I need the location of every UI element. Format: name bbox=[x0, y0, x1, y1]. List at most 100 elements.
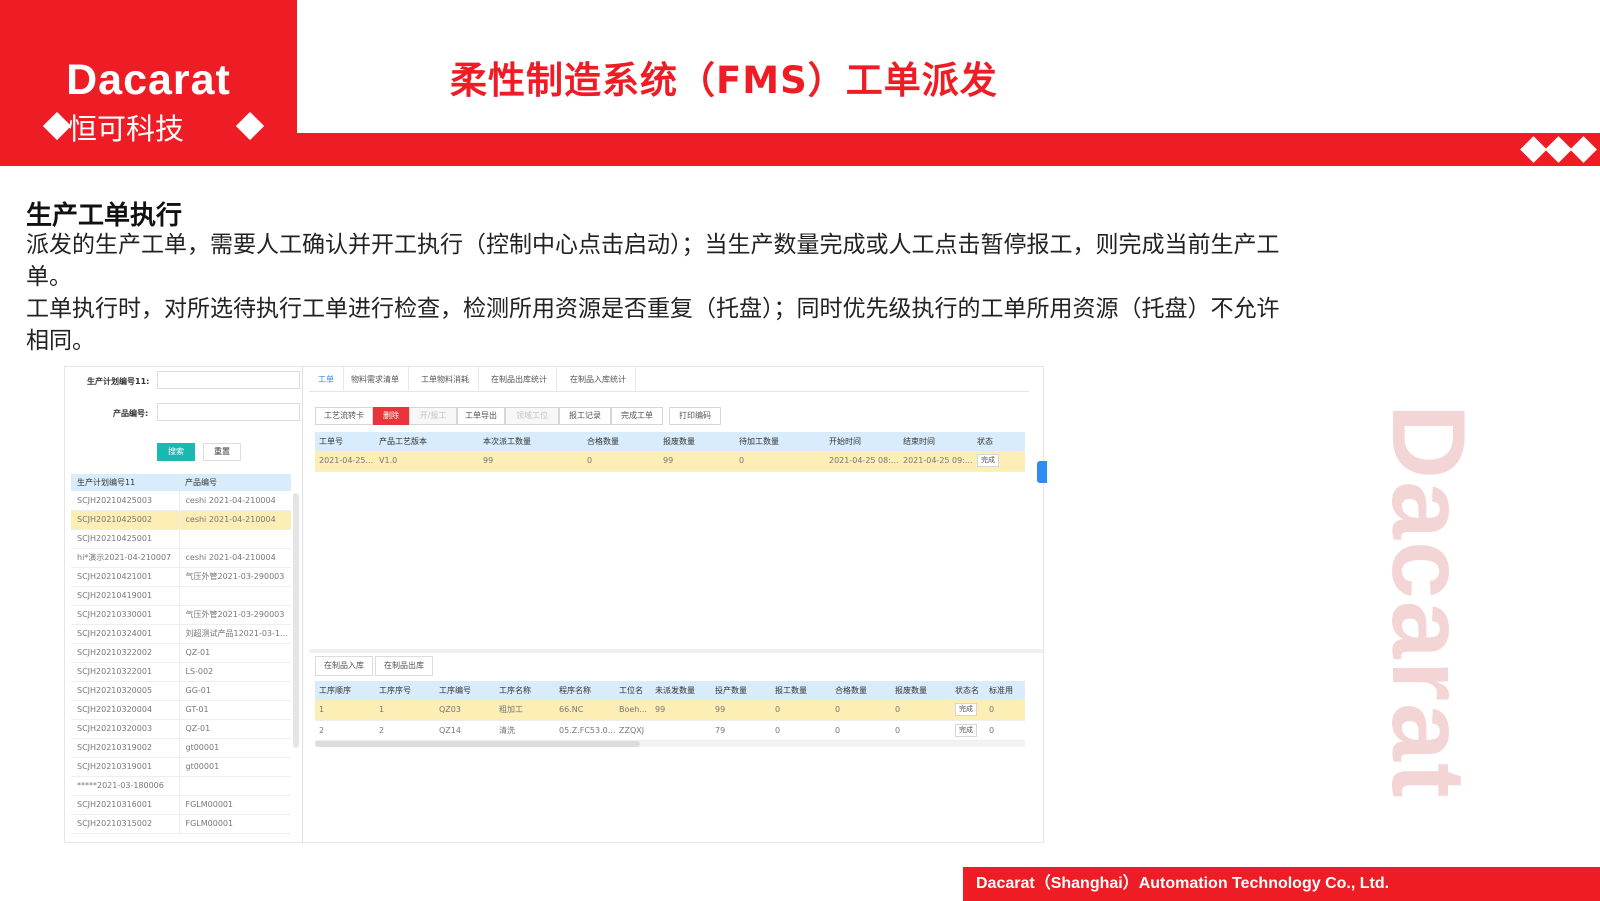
column-header[interactable]: 工序顺序 bbox=[315, 681, 375, 700]
column-header[interactable]: 本次派工数量 bbox=[479, 432, 583, 451]
tab-workorder[interactable]: 工单 bbox=[309, 367, 344, 392]
tab-wip-inbound[interactable]: 在制品入库统计 bbox=[561, 367, 636, 392]
paragraph-2: 工单执行时，对所选待执行工单进行检查，检测所用资源是否重复（托盘）；同时优先级执… bbox=[26, 296, 1280, 354]
table-cell: SCJH20210316001 bbox=[71, 795, 180, 815]
table-row[interactable]: SCJH20210419001 bbox=[71, 586, 291, 606]
tab-material-consumption[interactable]: 工单物料消耗 bbox=[412, 367, 479, 392]
table-cell: 66.NC bbox=[555, 700, 615, 721]
column-header[interactable]: 生产计划编号11 bbox=[71, 474, 179, 491]
table-row[interactable]: SCJH20210319002 gt00001 bbox=[71, 738, 291, 758]
table-cell: 2021-04-25 08:... bbox=[825, 451, 899, 472]
column-header[interactable]: 产品编号 bbox=[179, 474, 291, 491]
column-header[interactable]: 状态 bbox=[973, 432, 1025, 451]
table-cell: V1.0 bbox=[375, 451, 479, 472]
column-header[interactable]: 工位名 bbox=[615, 681, 651, 700]
horizontal-scrollbar[interactable] bbox=[315, 741, 640, 747]
column-header[interactable]: 工单号 bbox=[315, 432, 375, 451]
table-cell: QZ-01 bbox=[179, 643, 291, 663]
table-row[interactable]: SCJH20210320005 GG-01 bbox=[71, 681, 291, 701]
side-toggle-icon[interactable] bbox=[1037, 461, 1047, 483]
process-grid: 工序顺序 工序序号 工序编号 工序名称 程序名称 工位名 未派发数量 投产数量 报工数量 合格数量… bbox=[315, 681, 1025, 741]
table-cell: 1 bbox=[315, 700, 375, 721]
column-header[interactable]: 投产数量 bbox=[711, 681, 771, 700]
table-cell: 完成 bbox=[951, 720, 985, 741]
slide-title: 柔性制造系统（FMS）工单派发 bbox=[450, 59, 998, 102]
column-header[interactable]: 标准用 bbox=[985, 681, 1025, 700]
column-header[interactable]: 程序名称 bbox=[555, 681, 615, 700]
column-header[interactable]: 产品工艺版本 bbox=[375, 432, 479, 451]
table-row[interactable]: SCJH20210315002 FGLM00001 bbox=[71, 814, 291, 834]
table-cell: 0 bbox=[831, 720, 891, 741]
print-code-button[interactable]: 打印编码 bbox=[669, 407, 721, 425]
table-cell: *****2021-03-180006 bbox=[71, 776, 180, 796]
report-log-button[interactable]: 报工记录 bbox=[559, 407, 611, 425]
logo-subtitle: 恒可科技 bbox=[68, 112, 185, 146]
column-header[interactable]: 合格数量 bbox=[583, 432, 659, 451]
table-row[interactable]: SCJH20210319001 gt00001 bbox=[71, 757, 291, 777]
table-row[interactable]: 1 1 QZ03 粗加工 66.NC Boeh... 99 99 0 0 0 完成 0 bbox=[315, 700, 1025, 721]
plan-number-input[interactable] bbox=[157, 371, 300, 389]
table-cell: SCJH20210425002 bbox=[71, 510, 180, 530]
column-header[interactable]: 工序序号 bbox=[375, 681, 435, 700]
tab-wip-outbound[interactable]: 在制品出库统计 bbox=[482, 367, 557, 392]
table-cell: hi*演示2021-04-210007 bbox=[71, 548, 180, 568]
column-header[interactable]: 状态名 bbox=[951, 681, 985, 700]
start-report-button[interactable]: 开/报工 bbox=[409, 407, 457, 425]
station-button[interactable]: 领域工位 bbox=[505, 407, 559, 425]
column-header[interactable]: 结束时间 bbox=[899, 432, 973, 451]
status-button[interactable]: 完成 bbox=[977, 454, 999, 468]
table-row[interactable]: hi*演示2021-04-210007 ceshi 2021-04-210004 bbox=[71, 548, 291, 568]
table-cell: SCJH20210322001 bbox=[71, 662, 180, 682]
table-cell: SCJH20210330001 bbox=[71, 605, 180, 625]
table-row[interactable]: SCJH20210425001 bbox=[71, 529, 291, 549]
delete-button[interactable]: 删除 bbox=[373, 407, 409, 425]
table-cell: QZ03 bbox=[435, 700, 495, 721]
table-cell bbox=[179, 586, 291, 606]
table-row[interactable]: SCJH20210320004 GT-01 bbox=[71, 700, 291, 720]
table-row[interactable]: SCJH20210322002 QZ-01 bbox=[71, 643, 291, 663]
table-row[interactable]: SCJH20210425003 ceshi 2021-04-210004 bbox=[71, 491, 291, 511]
product-number-input[interactable] bbox=[157, 403, 300, 421]
table-cell: 99 bbox=[711, 700, 771, 721]
table-row[interactable]: 2021-04-25... V1.0 99 0 99 0 2021-04-25 08:...… bbox=[315, 451, 1025, 472]
reset-button[interactable]: 重置 bbox=[203, 443, 241, 461]
status-button[interactable]: 完成 bbox=[955, 703, 977, 717]
column-header[interactable]: 工序名称 bbox=[495, 681, 555, 700]
table-row[interactable]: SCJH20210425002 ceshi 2021-04-210004 bbox=[71, 510, 291, 530]
table-cell: ZZQXJ bbox=[615, 720, 651, 741]
table-cell: SCJH20210322002 bbox=[71, 643, 180, 663]
table-row[interactable]: SCJH20210330001 气压外管2021-03-290003 bbox=[71, 605, 291, 625]
paragraph-1: 派发的生产工单，需要人工确认并开工执行（控制中心点击启动）；当生产数量完成或人工… bbox=[26, 232, 1280, 290]
column-header[interactable]: 合格数量 bbox=[831, 681, 891, 700]
table-row[interactable]: SCJH20210421001 气压外管2021-03-290003 bbox=[71, 567, 291, 587]
table-row[interactable]: *****2021-03-180006 bbox=[71, 776, 291, 796]
column-header[interactable]: 未派发数量 bbox=[651, 681, 711, 700]
column-header[interactable]: 工序编号 bbox=[435, 681, 495, 700]
plan-search-panel: 生产计划编号11: 产品编号: 搜索 重置 生产计划编号11 产品编号 SCJH… bbox=[65, 367, 303, 842]
process-card-button[interactable]: 工艺流转卡 bbox=[315, 407, 373, 425]
column-header[interactable]: 报废数量 bbox=[659, 432, 735, 451]
column-header[interactable]: 报工数量 bbox=[771, 681, 831, 700]
complete-workorder-button[interactable]: 完成工单 bbox=[611, 407, 663, 425]
table-row[interactable]: SCJH20210324001 刘超测试产品12021-03-1... bbox=[71, 624, 291, 644]
table-row[interactable]: SCJH20210316001 FGLM00001 bbox=[71, 795, 291, 815]
table-cell bbox=[179, 529, 291, 549]
table-row[interactable]: SCJH20210322001 LS-002 bbox=[71, 662, 291, 682]
table-row[interactable]: 2 2 QZ14 清洗 05.Z.FC53.0... ZZQXJ 79 0 0 0 完成 0 bbox=[315, 720, 1025, 741]
search-button[interactable]: 搜索 bbox=[157, 443, 195, 461]
table-cell: 完成 bbox=[951, 700, 985, 721]
status-button[interactable]: 完成 bbox=[955, 723, 977, 737]
footer-bar: Dacarat（Shanghai）Automation Technology C… bbox=[963, 867, 1600, 901]
export-button[interactable]: 工单导出 bbox=[457, 407, 505, 425]
column-header[interactable]: 待加工数量 bbox=[735, 432, 825, 451]
table-cell: SCJH20210320005 bbox=[71, 681, 180, 701]
table-row[interactable]: SCJH20210320003 QZ-01 bbox=[71, 719, 291, 739]
tab-wip-in[interactable]: 在制品入库 bbox=[315, 656, 373, 676]
tab-wip-out[interactable]: 在制品出库 bbox=[375, 656, 433, 676]
vertical-scrollbar[interactable] bbox=[293, 493, 299, 748]
column-header[interactable]: 开始时间 bbox=[825, 432, 899, 451]
column-header[interactable]: 报废数量 bbox=[891, 681, 951, 700]
table-cell: SCJH20210419001 bbox=[71, 586, 180, 606]
table-cell: GT-01 bbox=[179, 700, 291, 720]
tab-material-demand[interactable]: 物料需求清单 bbox=[342, 367, 409, 392]
